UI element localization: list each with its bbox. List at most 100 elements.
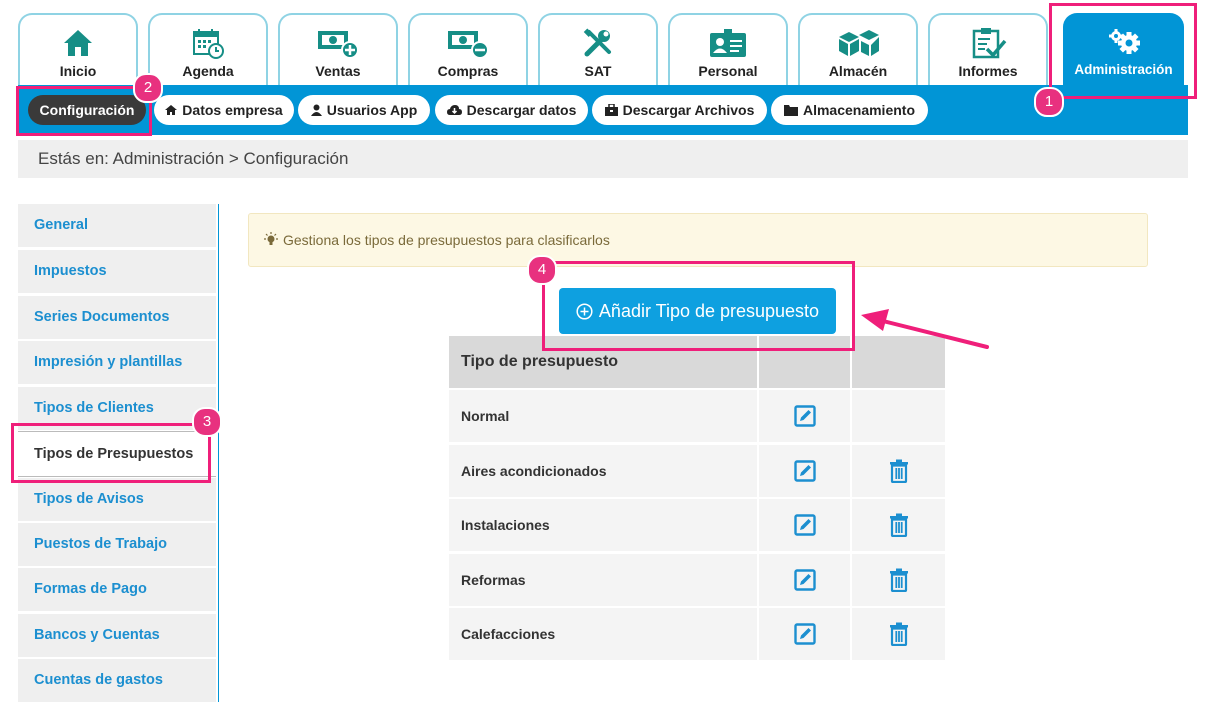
subnav-label: Descargar Archivos [622,102,755,118]
id-card-icon [710,29,746,57]
subnav-label: Descargar datos [466,102,577,118]
subnav-usuarios-app[interactable]: Usuarios App [298,95,430,125]
subnav-label: Almacenamiento [802,102,916,118]
trash-icon [889,622,908,646]
home-icon [165,105,178,115]
sidebar-item-label: Formas de Pago [34,581,147,597]
delete-button[interactable] [889,568,909,592]
sidebar-item-label: Impresión y plantillas [34,354,183,370]
cloud-download-icon [446,105,462,115]
sidebar-item-tipos-presupuestos[interactable]: Tipos de Presupuestos [18,431,216,477]
sidebar-item-tipos-clientes[interactable]: Tipos de Clientes [18,387,216,430]
breadcrumb: Estás en: Administración > Configuración [18,140,1188,178]
table-row: Reformas [449,553,947,606]
tab-personal[interactable]: Personal [668,13,788,85]
tab-label: Compras [437,63,499,79]
delete-cell [852,608,945,660]
edit-button[interactable] [793,514,816,536]
edit-cell [759,608,850,660]
home-icon [64,30,92,56]
annotation-badge-2: 2 [133,73,163,103]
delete-button[interactable] [889,622,909,646]
sidebar-item-puestos-trabajo[interactable]: Puestos de Trabajo [18,523,216,566]
tab-label: Ventas [315,63,361,79]
sidebar-item-bancos-cuentas[interactable]: Bancos y Cuentas [18,614,216,657]
edit-button[interactable] [793,405,816,427]
sidebar-item-general[interactable]: General [18,204,216,247]
sidebar-item-label: Tipos de Avisos [34,491,144,507]
tab-sat[interactable]: SAT [538,13,658,85]
trash-icon [889,513,908,537]
tab-administracion[interactable]: Administración [1063,13,1184,85]
delete-button[interactable] [889,513,909,537]
table-row: Instalaciones [449,499,947,551]
delete-button[interactable] [889,459,909,483]
sidebar-item-label: Tipos de Clientes [34,400,154,416]
plus-circle-icon [576,302,593,320]
add-budget-type-button[interactable]: Añadir Tipo de presupuesto [559,288,836,334]
folder-icon [783,105,798,116]
table-row: Aires acondicionados [449,444,947,497]
sidebar-item-label: General [34,217,88,233]
annotation-arrow [861,309,989,349]
annotation-badge-3: 3 [192,407,222,437]
sidebar: General Impuestos Series Documentos Impr… [18,204,219,702]
clipboard-check-icon [972,28,1007,59]
tools-icon [583,28,611,57]
sidebar-item-impuestos[interactable]: Impuestos [18,250,216,293]
sidebar-item-cuentas-gastos[interactable]: Cuentas de gastos [18,659,216,702]
edit-icon [793,459,816,482]
delete-cell [852,499,945,551]
tab-label: Almacén [828,63,888,79]
subnav-label: Datos empresa [182,102,283,118]
edit-button[interactable] [793,568,816,591]
annotation-badge-1: 1 [1034,87,1064,117]
tab-agenda[interactable]: Agenda [148,13,268,85]
trash-icon [889,568,908,592]
tab-informes[interactable]: Informes [928,13,1048,85]
delete-cell [852,444,945,497]
edit-cell [759,553,850,606]
subnav-descargar-archivos[interactable]: Descargar Archivos [592,95,767,125]
sidebar-item-tipos-avisos[interactable]: Tipos de Avisos [18,478,216,521]
sidebar-item-series-documentos[interactable]: Series Documentos [18,296,216,339]
tab-inicio[interactable]: Inicio [18,13,138,85]
edit-cell [759,390,850,442]
edit-icon [793,514,816,536]
edit-icon [793,568,816,591]
subnav-almacenamiento[interactable]: Almacenamiento [771,95,928,125]
sidebar-item-label: Tipos de Presupuestos [34,446,194,462]
tab-compras[interactable]: Compras [408,13,528,85]
tab-almacen[interactable]: Almacén [798,13,918,85]
sidebar-item-formas-pago[interactable]: Formas de Pago [18,568,216,611]
budget-type-name: Calefacciones [449,608,757,660]
column-header-edit [759,336,850,388]
subnav-descargar-datos[interactable]: Descargar datos [435,95,588,125]
money-minus-icon [448,31,489,59]
tab-label: Personal [698,63,758,79]
subnav-configuracion[interactable]: Configuración [28,95,146,125]
sidebar-item-impresion-plantillas[interactable]: Impresión y plantillas [18,341,216,384]
tab-label: Informes [958,63,1018,79]
edit-button[interactable] [793,459,816,482]
tab-label: Administración [1074,62,1173,77]
sidebar-item-label: Cuentas de gastos [34,672,163,688]
table-row: Calefacciones [449,608,947,660]
boxes-icon [839,30,879,56]
sidebar-item-label: Bancos y Cuentas [34,627,160,643]
tab-ventas[interactable]: Ventas [278,13,398,85]
info-text: Gestiona los tipos de presupuestos para … [283,232,610,248]
table-row: Normal [449,390,947,442]
edit-icon [793,405,816,427]
edit-cell [759,499,850,551]
budget-type-name: Normal [449,390,757,442]
subnav-datos-empresa[interactable]: Datos empresa [154,95,294,125]
budget-type-name: Aires acondicionados [449,444,757,497]
lightbulb-icon [264,232,278,245]
user-icon [310,104,322,116]
briefcase-icon [604,104,618,116]
tab-label: Agenda [182,63,234,79]
delete-cell [852,553,945,606]
column-header-tipo: Tipo de presupuesto [449,336,757,388]
edit-button[interactable] [793,623,816,645]
